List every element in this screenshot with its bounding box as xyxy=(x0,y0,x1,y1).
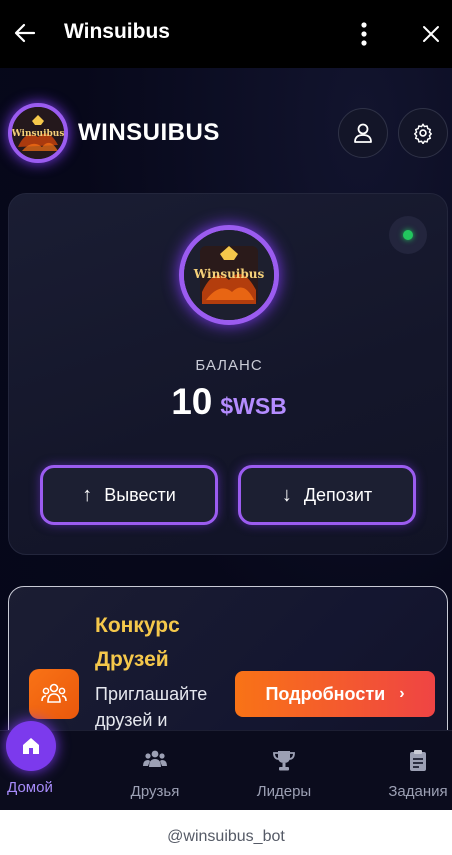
users-icon xyxy=(143,749,167,774)
back-button[interactable] xyxy=(12,20,38,46)
details-label: Подробности xyxy=(265,683,386,704)
more-vertical-icon xyxy=(361,22,367,46)
withdraw-button[interactable]: ↑ Вывести xyxy=(40,465,218,525)
home-icon xyxy=(23,738,39,754)
close-button[interactable] xyxy=(418,21,444,47)
details-button[interactable]: Подробности › xyxy=(235,671,435,717)
profile-button[interactable] xyxy=(338,108,388,158)
arrow-down-icon: ↓ xyxy=(281,483,292,506)
home-bubble xyxy=(6,721,56,771)
user-icon xyxy=(354,123,372,143)
bot-username: @winsuibus_bot xyxy=(0,810,452,855)
gear-icon xyxy=(414,123,432,144)
balance-label: БАЛАНС xyxy=(195,357,263,374)
balance-currency: $WSB xyxy=(220,393,287,419)
arrow-left-icon xyxy=(14,23,36,43)
chevron-right-icon: › xyxy=(399,685,405,702)
brand-name: WINSUIBUS xyxy=(78,119,220,146)
trophy-icon xyxy=(272,749,296,778)
tasks-icon xyxy=(406,749,430,778)
balance-card: Winsuibus БАЛАНС 10 $WSB ↑ Вывести ↓ Депо… xyxy=(8,193,448,555)
promo-title: Конкурс Друзей xyxy=(95,614,180,671)
nav-item-tasks[interactable]: Задания xyxy=(368,731,452,810)
promo-icon-box xyxy=(29,669,79,719)
group-icon xyxy=(41,683,67,703)
balance-value: 10 $WSB xyxy=(9,381,449,423)
bottom-nav: Домой Друзья Лидеры Задания xyxy=(0,721,452,810)
winsuibus-logo: Winsuibus xyxy=(184,230,274,320)
window-title: Winsuibus xyxy=(64,20,170,43)
close-icon xyxy=(423,26,439,42)
more-button[interactable] xyxy=(354,20,374,48)
nav-label-tasks: Задания xyxy=(388,783,448,800)
nav-label-leaders: Лидеры xyxy=(256,783,312,800)
withdraw-label: Вывести xyxy=(104,484,176,505)
svg-text:Winsuibus: Winsuibus xyxy=(12,129,64,139)
nav-item-leaders[interactable]: Лидеры xyxy=(234,731,334,810)
settings-button[interactable] xyxy=(398,108,448,158)
online-dot xyxy=(403,230,413,240)
nav-label-home: Домой xyxy=(7,779,53,796)
balance-amount: 10 xyxy=(171,381,213,422)
mini-app: Winsuibus Winsuibus WINSUIBUS Winsuibus … xyxy=(0,0,452,810)
svg-text:Winsuibus: Winsuibus xyxy=(193,267,265,281)
arrow-up-icon: ↑ xyxy=(82,483,93,506)
deposit-label: Депозит xyxy=(303,484,373,505)
promo-text: Приглашайте друзей и xyxy=(95,684,208,730)
brand-logo: Winsuibus xyxy=(8,103,68,163)
top-bar: Winsuibus xyxy=(0,0,452,68)
token-logo: Winsuibus xyxy=(179,225,279,325)
deposit-button[interactable]: ↓ Депозит xyxy=(238,465,416,525)
nav-label-friends: Друзья xyxy=(130,783,180,800)
winsuibus-logo: Winsuibus xyxy=(12,107,64,159)
status-indicator xyxy=(389,216,427,254)
nav-item-friends[interactable]: Друзья xyxy=(105,731,205,810)
nav-item-home[interactable]: Домой xyxy=(0,721,80,810)
